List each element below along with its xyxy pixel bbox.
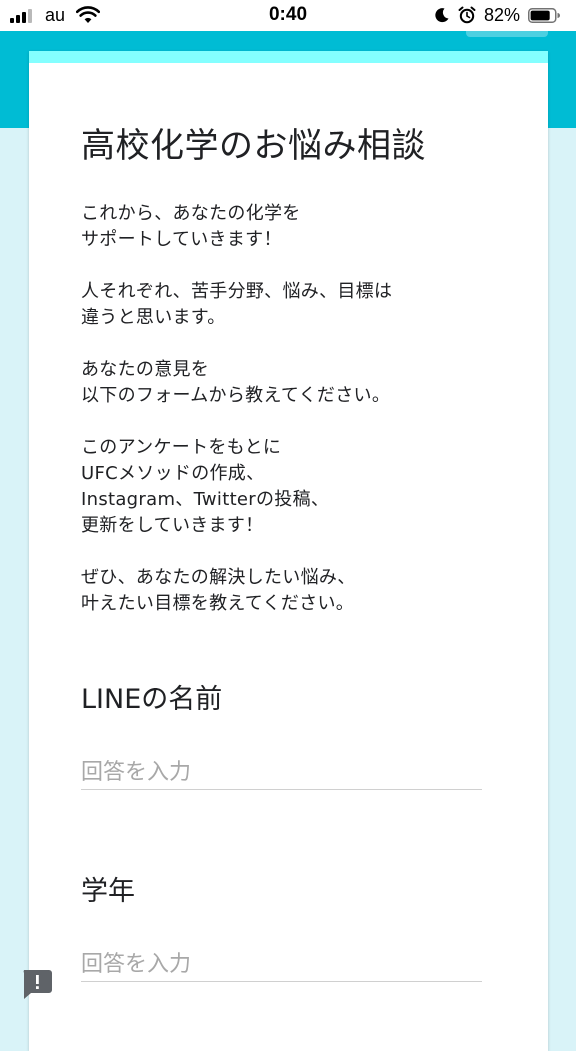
grade-input[interactable] [81, 947, 482, 982]
feedback-icon[interactable] [20, 969, 53, 1000]
header-band-tab [466, 31, 548, 37]
battery-percent: 82% [484, 5, 521, 25]
status-bar: au 0:40 82% [0, 0, 576, 31]
form-card: 高校化学のお悩み相談 これから、あなたの化学を サポートしていきます！ 人それぞ… [29, 51, 548, 1051]
card-accent-bar [29, 51, 548, 63]
form-description: これから、あなたの化学を サポートしていきます！ 人それぞれ、苦手分野、悩み、目… [81, 203, 393, 614]
battery-icon [528, 8, 560, 23]
form-title: 高校化学のお悩み相談 [81, 126, 426, 166]
alarm-icon [458, 6, 476, 24]
moon-icon [435, 8, 449, 23]
question-title-grade: 学年 [81, 876, 135, 907]
question-title-line-name: LINEの名前 [81, 684, 223, 715]
line-name-input[interactable] [81, 755, 482, 790]
